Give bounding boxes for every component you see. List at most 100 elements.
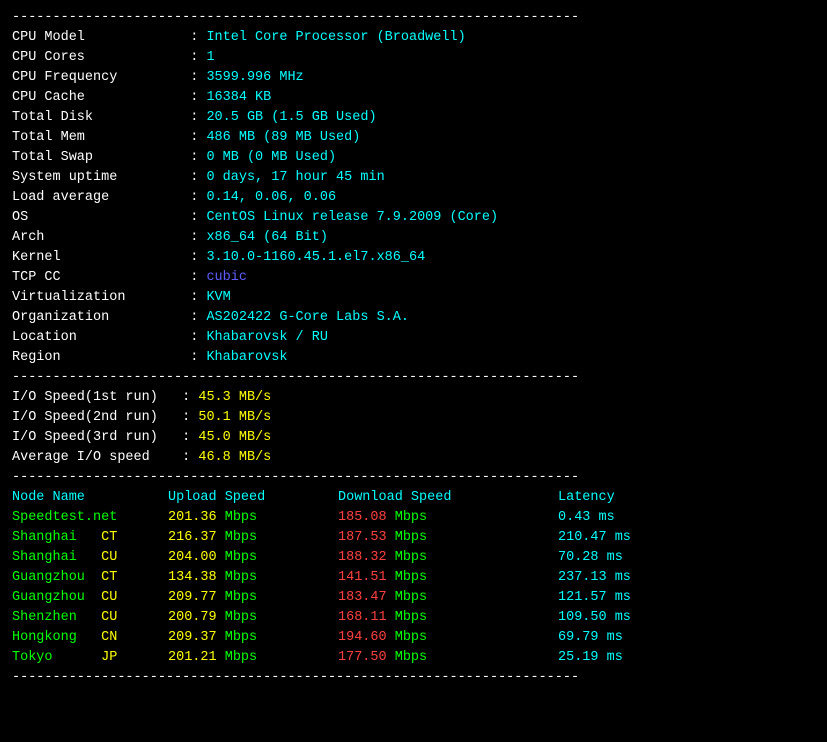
speedtest-upload-value: 216.37 [168,530,225,545]
speedtest-row: Guangzhou CT134.38 Mbps 141.51 Mbps237.13… [12,568,815,588]
colon-separator: : [190,128,206,148]
speedtest-latency: 25.19 ms [558,648,623,668]
sysinfo-value: cubic [206,268,247,288]
iospeed-row: I/O Speed(1st run) : 45.3 MB/s [12,388,815,408]
speedtest-download-cell: 188.32 Mbps [338,548,558,568]
speedtest-download-unit: Mbps [395,590,427,605]
speedtest-location: CU [101,610,117,625]
speedtest-latency: 109.50 ms [558,608,631,628]
speedtest-latency: 121.57 ms [558,588,631,608]
colon-separator: : [190,88,206,108]
speedtest-node: Shanghai [12,550,101,565]
speedtest-download-cell: 187.53 Mbps [338,528,558,548]
speedtest-upload-value: 201.21 [168,650,225,665]
speedtest-node-cell: Shanghai CT [12,528,168,548]
sysinfo-label: Load average [12,188,190,208]
header-latency: Latency [558,488,615,508]
speedtest-node-cell: Guangzhou CT [12,568,168,588]
sysinfo-label: OS [12,208,190,228]
speedtest-row: Hongkong CN209.37 Mbps194.60 Mbps69.79 m… [12,628,815,648]
iospeed-row: I/O Speed(2nd run) : 50.1 MB/s [12,408,815,428]
speedtest-upload-value: 134.38 [168,570,225,585]
sysinfo-row: OS : CentOS Linux release 7.9.2009 (Core… [12,208,815,228]
sysinfo-value: Khabarovsk / RU [206,328,328,348]
sysinfo-value: x86_64 (64 Bit) [206,228,328,248]
iospeed-value: 50.1 MB/s [198,408,271,428]
sysinfo-label: Location [12,328,190,348]
speedtest-upload-value: 201.36 [168,510,225,525]
speedtest-location: CU [101,550,117,565]
header-download: Download Speed [338,488,558,508]
speedtest-upload-cell: 200.79 Mbps [168,608,338,628]
speedtest-download-cell: 141.51 Mbps [338,568,558,588]
sysinfo-value: 3599.996 MHz [206,68,303,88]
speedtest-node-cell: Guangzhou CU [12,588,168,608]
speedtest-upload-unit: Mbps [225,570,257,585]
speedtest-upload-cell: 201.36 Mbps [168,508,338,528]
sysinfo-row: Organization : AS202422 G-Core Labs S.A. [12,308,815,328]
speedtest-node: Tokyo [12,650,101,665]
sysinfo-row: Region : Khabarovsk [12,348,815,368]
speedtest-download-cell: 185.08 Mbps [338,508,558,528]
speedtest-upload-value: 200.79 [168,610,225,625]
speedtest-download-cell: 194.60 Mbps [338,628,558,648]
sysinfo-label: Total Swap [12,148,190,168]
speedtest-download-value: 168.11 [338,610,395,625]
divider: ----------------------------------------… [12,8,815,28]
speedtest-row: Shanghai CU204.00 Mbps188.32 Mbps70.28 m… [12,548,815,568]
speedtest-download-value: 188.32 [338,550,395,565]
sysinfo-value: Khabarovsk [206,348,287,368]
speedtest-download-unit: Mbps [395,610,427,625]
speedtest-download-value: 177.50 [338,650,395,665]
colon-separator: : [182,388,198,408]
iospeed-label: I/O Speed(2nd run) [12,408,182,428]
sysinfo-row: Arch : x86_64 (64 Bit) [12,228,815,248]
sysinfo-value: CentOS Linux release 7.9.2009 (Core) [206,208,498,228]
speedtest-latency: 70.28 ms [558,548,623,568]
speedtest-node: Speedtest.net [12,510,117,525]
speedtest-upload-cell: 216.37 Mbps [168,528,338,548]
sysinfo-row: Virtualization : KVM [12,288,815,308]
io-speed-section: I/O Speed(1st run) : 45.3 MB/sI/O Speed(… [12,388,815,468]
colon-separator: : [190,268,206,288]
colon-separator: : [182,448,198,468]
sysinfo-row: Total Swap : 0 MB (0 MB Used) [12,148,815,168]
sysinfo-label: Organization [12,308,190,328]
speedtest-node: Hongkong [12,630,101,645]
sysinfo-value: 20.5 GB (1.5 GB Used) [206,108,376,128]
speedtest-node: Guangzhou [12,590,101,605]
sysinfo-row: CPU Model : Intel Core Processor (Broadw… [12,28,815,48]
sysinfo-row: Total Disk : 20.5 GB (1.5 GB Used) [12,108,815,128]
sysinfo-value: AS202422 G-Core Labs S.A. [206,308,409,328]
speedtest-node-cell: Hongkong CN [12,628,168,648]
divider: ----------------------------------------… [12,668,815,688]
sysinfo-value: 0 days, 17 hour 45 min [206,168,384,188]
speedtest-location: JP [101,650,117,665]
speedtest-download-cell: 168.11 Mbps [338,608,558,628]
speedtest-row: Shanghai CT216.37 Mbps187.53 Mbps210.47 … [12,528,815,548]
sysinfo-value: KVM [206,288,230,308]
speedtest-upload-cell: 201.21 Mbps [168,648,338,668]
speedtest-node-cell: Shenzhen CU [12,608,168,628]
speedtest-node-cell: Shanghai CU [12,548,168,568]
iospeed-label: I/O Speed(3rd run) [12,428,182,448]
sysinfo-label: Arch [12,228,190,248]
speedtest-download-unit: Mbps [395,550,427,565]
colon-separator: : [190,328,206,348]
colon-separator: : [190,108,206,128]
sysinfo-value: 0 MB (0 MB Used) [206,148,336,168]
iospeed-value: 45.3 MB/s [198,388,271,408]
sysinfo-row: Load average : 0.14, 0.06, 0.06 [12,188,815,208]
colon-separator: : [190,188,206,208]
speedtest-latency: 237.13 ms [558,568,631,588]
sysinfo-value: Intel Core Processor (Broadwell) [206,28,465,48]
sysinfo-label: CPU Model [12,28,190,48]
speedtest-header-row: Node Name Upload Speed Download Speed La… [12,488,815,508]
header-upload: Upload Speed [168,488,338,508]
speedtest-upload-unit: Mbps [225,650,257,665]
speedtest-download-unit: Mbps [395,510,427,525]
sysinfo-label: Kernel [12,248,190,268]
sysinfo-row: TCP CC : cubic [12,268,815,288]
speedtest-row: Shenzhen CU200.79 Mbps168.11 Mbps109.50 … [12,608,815,628]
speedtest-download-cell: 183.47 Mbps [338,588,558,608]
